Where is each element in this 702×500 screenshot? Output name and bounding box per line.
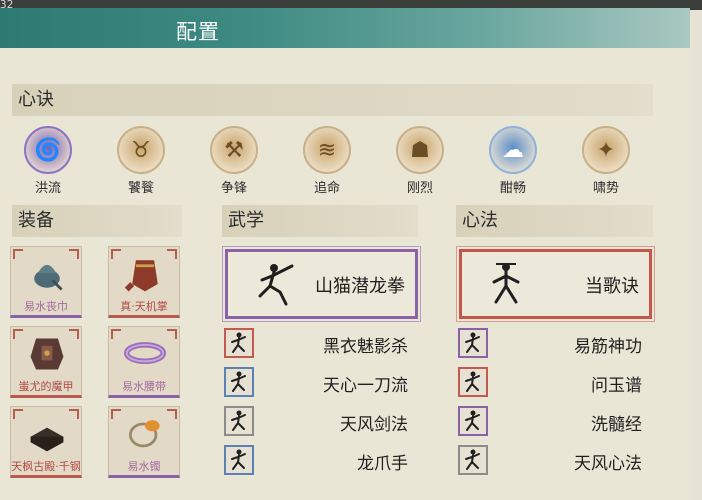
corner-ornament (111, 329, 121, 339)
xinjue-label: 饕餮 (127, 181, 154, 196)
equipment-name: 易水腰带 (122, 380, 166, 393)
skill-figure-icon (458, 367, 488, 397)
skill-name: 易筋神功 (574, 337, 642, 357)
taotie-icon: ♉ (117, 126, 165, 174)
equipment-name: 易水镯 (127, 460, 161, 473)
equipment-name: 真·天机掌 (120, 300, 168, 313)
belt-icon (124, 342, 166, 365)
martial-main-name: 山猫潜龙拳 (315, 276, 405, 297)
xinjue-item[interactable]: ☗ 刚烈 (390, 126, 450, 196)
mind-figure-icon (492, 263, 520, 304)
xinjue-label: 刚烈 (406, 181, 433, 196)
xinfa-skill-row[interactable]: 天风心法 (458, 445, 652, 475)
skill-figure-icon (224, 328, 254, 358)
xinjue-label: 追命 (313, 181, 340, 196)
skill-figure-icon (224, 406, 254, 436)
skill-name: 洗髓经 (591, 415, 642, 435)
equipment-slot[interactable]: 易水丧巾 (10, 246, 82, 318)
equipment-slot[interactable]: 易水镯 (108, 406, 180, 478)
xinfa-skill-row[interactable]: 洗髓经 (458, 406, 652, 436)
skill-name: 天风心法 (574, 454, 642, 474)
equipment-slot[interactable]: 蚩尤的魔甲 (10, 326, 82, 398)
xinjue-label: 争锋 (220, 181, 247, 196)
skill-figure-icon (458, 328, 488, 358)
mind-main-skill[interactable]: 当歌诀 (456, 246, 655, 322)
glove-icon (124, 260, 158, 292)
skill-name: 天心一刀流 (323, 376, 408, 396)
equipment-name: 天枫古殿·千钢 (11, 460, 81, 473)
mask-icon: ☗ (396, 126, 444, 174)
skill-figure-icon (458, 406, 488, 436)
wuxue-skill-row[interactable]: 天心一刀流 (224, 367, 418, 397)
corner-ornament (13, 249, 23, 259)
background-panel-edge (688, 10, 702, 500)
corner-ornament (111, 249, 121, 259)
wuxue-skill-row[interactable]: 天风剑法 (224, 406, 418, 436)
panel-title: 配置 (176, 20, 220, 44)
panel-header: 配置 (0, 8, 690, 48)
skill-name: 黑衣魅影杀 (323, 337, 408, 357)
xinjue-item[interactable]: ☁ 酣畅 (483, 126, 543, 196)
martial-main-skill[interactable]: 山猫潜龙拳 (222, 246, 421, 322)
skill-figure-icon (224, 445, 254, 475)
xinjue-label: 酣畅 (499, 181, 526, 196)
wind-icon: ≋ (303, 126, 351, 174)
corner-ornament (13, 409, 23, 419)
equipment-slot[interactable]: 天枫古殿·千钢 (10, 406, 82, 478)
section-martial-arts: 武学 (222, 205, 418, 237)
armor-icon (30, 338, 64, 370)
xinjue-label: 洪流 (34, 181, 61, 196)
relic-icon (30, 427, 64, 452)
xinjue-item[interactable]: ≋ 追命 (297, 126, 357, 196)
bracelet-icon (129, 420, 160, 448)
section-equipment: 装备 (12, 205, 182, 237)
xinjue-label: 啸势 (592, 181, 619, 196)
beast-icon: ✦ (582, 126, 630, 174)
skill-name: 问玉谱 (591, 376, 642, 396)
section-xinjue: 心诀 (12, 84, 653, 116)
martial-figure-icon (258, 264, 294, 306)
skill-name: 天风剑法 (340, 415, 408, 435)
xinjue-item[interactable]: 🌀 洪流 (18, 126, 78, 196)
xinjue-item[interactable]: ⚒ 争锋 (204, 126, 264, 196)
equipment-name: 蚩尤的魔甲 (18, 380, 74, 393)
hammer-icon: ⚒ (210, 126, 258, 174)
wuxue-skill-row[interactable]: 龙爪手 (224, 445, 418, 475)
equipment-name: 易水丧巾 (24, 300, 68, 313)
section-mind-arts: 心法 (456, 205, 653, 237)
wuxue-skill-row[interactable]: 黑衣魅影杀 (224, 328, 418, 358)
xinjue-item[interactable]: ♉ 饕餮 (111, 126, 171, 196)
hat-icon (34, 264, 63, 291)
skill-figure-icon (458, 445, 488, 475)
corner-ornament (111, 409, 121, 419)
mind-main-name: 当歌诀 (585, 276, 639, 297)
skill-name: 龙爪手 (357, 454, 408, 474)
xinfa-skill-row[interactable]: 易筋神功 (458, 328, 652, 358)
xinfa-skill-row[interactable]: 问玉谱 (458, 367, 652, 397)
config-panel: 配置 心诀 🌀 洪流 ♉ 饕餮 ⚒ 争锋 ≋ 追命 ☗ 刚烈 ☁ 酣畅 ✦ 啸势 装备 武学 心法 易水丧… (0, 8, 690, 500)
equipment-slot[interactable]: 真·天机掌 (108, 246, 180, 318)
xinjue-item[interactable]: ✦ 啸势 (576, 126, 636, 196)
skill-figure-icon (224, 367, 254, 397)
swirl-icon: 🌀 (24, 126, 72, 174)
corner-ornament (13, 329, 23, 339)
equipment-slot[interactable]: 易水腰带 (108, 326, 180, 398)
cloud-icon: ☁ (489, 126, 537, 174)
